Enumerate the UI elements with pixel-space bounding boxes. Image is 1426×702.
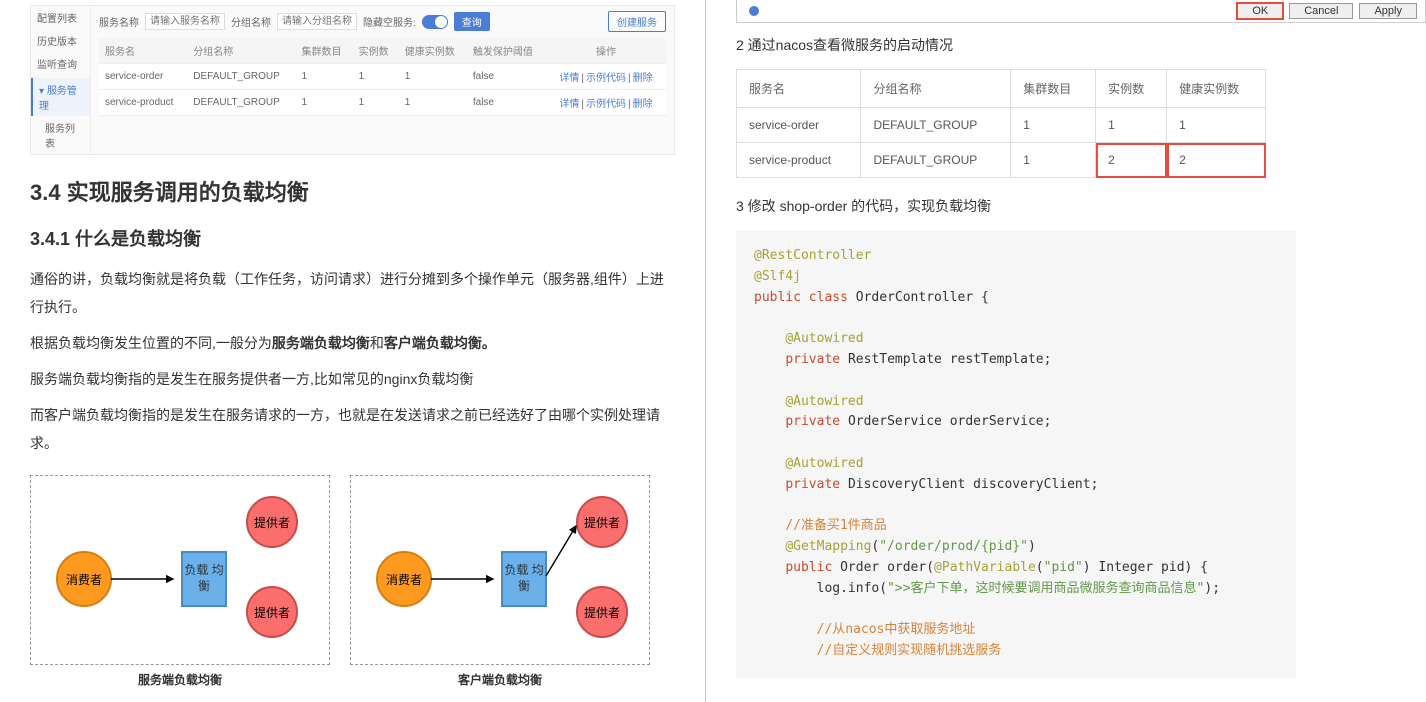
filter-bar: 服务名称 分组名称 隐藏空服务: 查询 创建服务 [99, 11, 666, 32]
consumer-node: 消费者 [376, 551, 432, 607]
info-icon [749, 6, 759, 16]
nacos-console-screenshot: 配置列表 历史版本 监听查询 ▾ 服务管理 服务列表 服务名称 分组名称 隐藏空… [30, 5, 675, 155]
paragraph: 而客户端负载均衡指的是发生在服务请求的一方，也就是在发送请求之前已经选好了由哪个… [30, 401, 675, 457]
table-row: service-product DEFAULT_GROUP 1 1 1 fals… [99, 90, 666, 116]
highlighted-cell: 2 [1167, 143, 1266, 178]
table-row: service-order DEFAULT_GROUP 1 1 1 false … [99, 64, 666, 90]
lb-node: 负载 均衡 [181, 551, 227, 607]
grp-input[interactable] [277, 13, 357, 30]
section-heading: 3.4 实现服务调用的负载均衡 [30, 175, 675, 207]
sample-link[interactable]: 示例代码 [586, 73, 626, 84]
col: 健康实例数 [399, 38, 467, 64]
sidebar-item[interactable]: 监听查询 [31, 52, 90, 75]
lb-node: 负载 均衡 [501, 551, 547, 607]
subsection-heading: 3.4.1 什么是负载均衡 [30, 225, 675, 251]
table-row: service-product DEFAULT_GROUP 1 2 2 [737, 143, 1266, 178]
diagram-label: 服务端负载均衡 [30, 671, 330, 688]
sidebar-item[interactable]: 服务列表 [31, 116, 90, 154]
col: 健康实例数 [1167, 70, 1266, 108]
hide-toggle[interactable] [422, 15, 448, 29]
provider-node: 提供者 [246, 496, 298, 548]
dialog-button-bar: OK Cancel Apply [736, 0, 1426, 23]
grp-label: 分组名称 [231, 14, 271, 29]
create-button[interactable]: 创建服务 [608, 11, 666, 32]
detail-link[interactable]: 详情 [559, 99, 579, 110]
cancel-button[interactable]: Cancel [1289, 3, 1353, 19]
sidebar-item[interactable]: 历史版本 [31, 29, 90, 52]
col: 实例数 [353, 38, 399, 64]
col: 服务名 [737, 70, 861, 108]
delete-link[interactable]: 删除 [633, 73, 653, 84]
nacos-sidebar: 配置列表 历史版本 监听查询 ▾ 服务管理 服务列表 [31, 6, 91, 154]
hide-label: 隐藏空服务: [363, 14, 416, 29]
paragraph: 根据负载均衡发生位置的不同,一般分为服务端负载均衡和客户端负载均衡。 [30, 329, 675, 357]
svc-input[interactable] [145, 13, 225, 30]
col: 分组名称 [187, 38, 295, 64]
col: 分组名称 [861, 70, 1011, 108]
sample-link[interactable]: 示例代码 [586, 99, 626, 110]
col: 操作 [546, 38, 666, 64]
col: 服务名 [99, 38, 187, 64]
service-table: 服务名 分组名称 集群数目 实例数 健康实例数 触发保护阈值 操作 servic… [99, 38, 666, 116]
sidebar-item[interactable]: 配置列表 [31, 6, 90, 29]
paragraph: 通俗的讲，负载均衡就是将负载（工作任务，访问请求）进行分摊到多个操作单元（服务器… [30, 265, 675, 321]
table-row: service-order DEFAULT_GROUP 1 1 1 [737, 108, 1266, 143]
delete-link[interactable]: 删除 [633, 99, 653, 110]
query-button[interactable]: 查询 [454, 12, 490, 31]
detail-link[interactable]: 详情 [559, 73, 579, 84]
service-status-table: 服务名 分组名称 集群数目 实例数 健康实例数 service-order DE… [736, 69, 1266, 178]
ok-button[interactable]: OK [1237, 3, 1283, 19]
code-sample: @RestController @Slf4j public class Orde… [736, 230, 1296, 678]
diagram-label: 客户端负载均衡 [350, 671, 650, 688]
step-2-text: 2 通过nacos查看微服务的启动情况 [736, 35, 1426, 55]
col: 触发保护阈值 [467, 38, 546, 64]
apply-button[interactable]: Apply [1359, 3, 1417, 19]
consumer-node: 消费者 [56, 551, 112, 607]
sidebar-item[interactable]: 服务管理 [39, 86, 77, 112]
load-balance-diagram: 消费者 负载 均衡 提供者 提供者 服务端负载均衡 消费者 负载 均衡 提供者 … [30, 475, 675, 688]
col: 实例数 [1096, 70, 1167, 108]
client-lb-diagram: 消费者 负载 均衡 提供者 提供者 [350, 475, 650, 665]
svc-label: 服务名称 [99, 14, 139, 29]
paragraph: 服务端负载均衡指的是发生在服务提供者一方,比如常见的nginx负载均衡 [30, 365, 675, 393]
highlighted-cell: 2 [1096, 143, 1167, 178]
col: 集群数目 [296, 38, 353, 64]
provider-node: 提供者 [576, 586, 628, 638]
provider-node: 提供者 [246, 586, 298, 638]
server-lb-diagram: 消费者 负载 均衡 提供者 提供者 [30, 475, 330, 665]
col: 集群数目 [1011, 70, 1096, 108]
step-3-text: 3 修改 shop-order 的代码，实现负载均衡 [736, 196, 1426, 216]
